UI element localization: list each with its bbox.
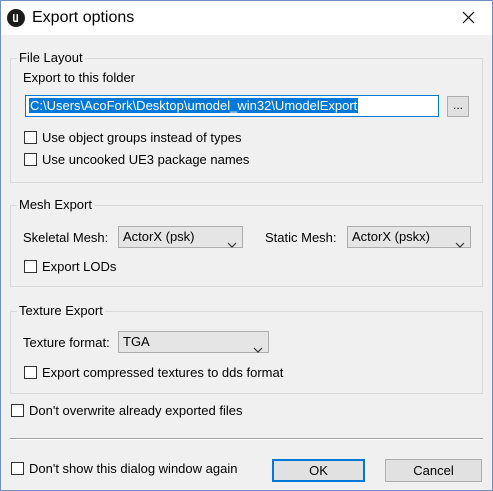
close-button[interactable]: [446, 1, 492, 35]
chevron-down-icon: [253, 339, 263, 359]
use-uncooked-names-label: Use uncooked UE3 package names: [42, 152, 250, 167]
static-mesh-label: Static Mesh:: [265, 230, 337, 245]
export-folder-label: Export to this folder: [23, 70, 135, 85]
separator: [10, 438, 483, 440]
use-object-groups-label: Use object groups instead of types: [42, 130, 242, 145]
skeletal-mesh-select[interactable]: ActorX (psk): [118, 226, 243, 248]
export-dds-checkbox[interactable]: Export compressed textures to dds format: [24, 365, 283, 381]
texture-format-select[interactable]: TGA: [118, 331, 269, 353]
browse-folder-button[interactable]: ...: [447, 96, 469, 117]
export-lods-checkbox[interactable]: Export LODs: [24, 259, 116, 275]
dont-overwrite-checkbox[interactable]: Don't overwrite already exported files: [11, 403, 242, 419]
checkbox-box: [24, 131, 37, 144]
static-mesh-value: ActorX (pskx): [352, 229, 431, 244]
dont-show-again-checkbox[interactable]: Don't show this dialog window again: [11, 461, 237, 477]
export-folder-input[interactable]: C:\Users\AcoFork\Desktop\umodel_win32\Um…: [25, 95, 439, 117]
checkbox-box: [11, 404, 24, 417]
window-title: Export options: [32, 9, 135, 26]
mesh-export-group-label: Mesh Export: [17, 197, 94, 213]
export-lods-label: Export LODs: [42, 259, 117, 274]
dont-overwrite-label: Don't overwrite already exported files: [29, 403, 243, 418]
title-bar: Export options: [1, 1, 492, 35]
ok-button[interactable]: OK: [272, 459, 365, 482]
checkbox-box: [24, 260, 37, 273]
chevron-down-icon: [227, 234, 237, 254]
use-uncooked-names-checkbox[interactable]: Use uncooked UE3 package names: [24, 152, 249, 168]
checkbox-box: [24, 366, 37, 379]
file-layout-group-label: File Layout: [17, 50, 85, 66]
unreal-logo-icon: [7, 9, 25, 27]
texture-export-group-label: Texture Export: [17, 303, 105, 319]
export-folder-path: C:\Users\AcoFork\Desktop\umodel_win32\Um…: [29, 98, 359, 113]
skeletal-mesh-value: ActorX (psk): [123, 229, 195, 244]
export-dds-label: Export compressed textures to dds format: [42, 365, 284, 380]
texture-format-label: Texture format:: [23, 335, 110, 350]
checkbox-box: [11, 462, 24, 475]
export-options-dialog: Export options File Layout Export to thi…: [0, 0, 493, 491]
use-object-groups-checkbox[interactable]: Use object groups instead of types: [24, 130, 241, 146]
skeletal-mesh-label: Skeletal Mesh:: [23, 230, 109, 245]
cancel-button[interactable]: Cancel: [385, 459, 482, 482]
texture-format-value: TGA: [123, 334, 150, 349]
dont-show-again-label: Don't show this dialog window again: [29, 461, 238, 476]
chevron-down-icon: [455, 234, 465, 254]
static-mesh-select[interactable]: ActorX (pskx): [347, 226, 471, 248]
checkbox-box: [24, 153, 37, 166]
